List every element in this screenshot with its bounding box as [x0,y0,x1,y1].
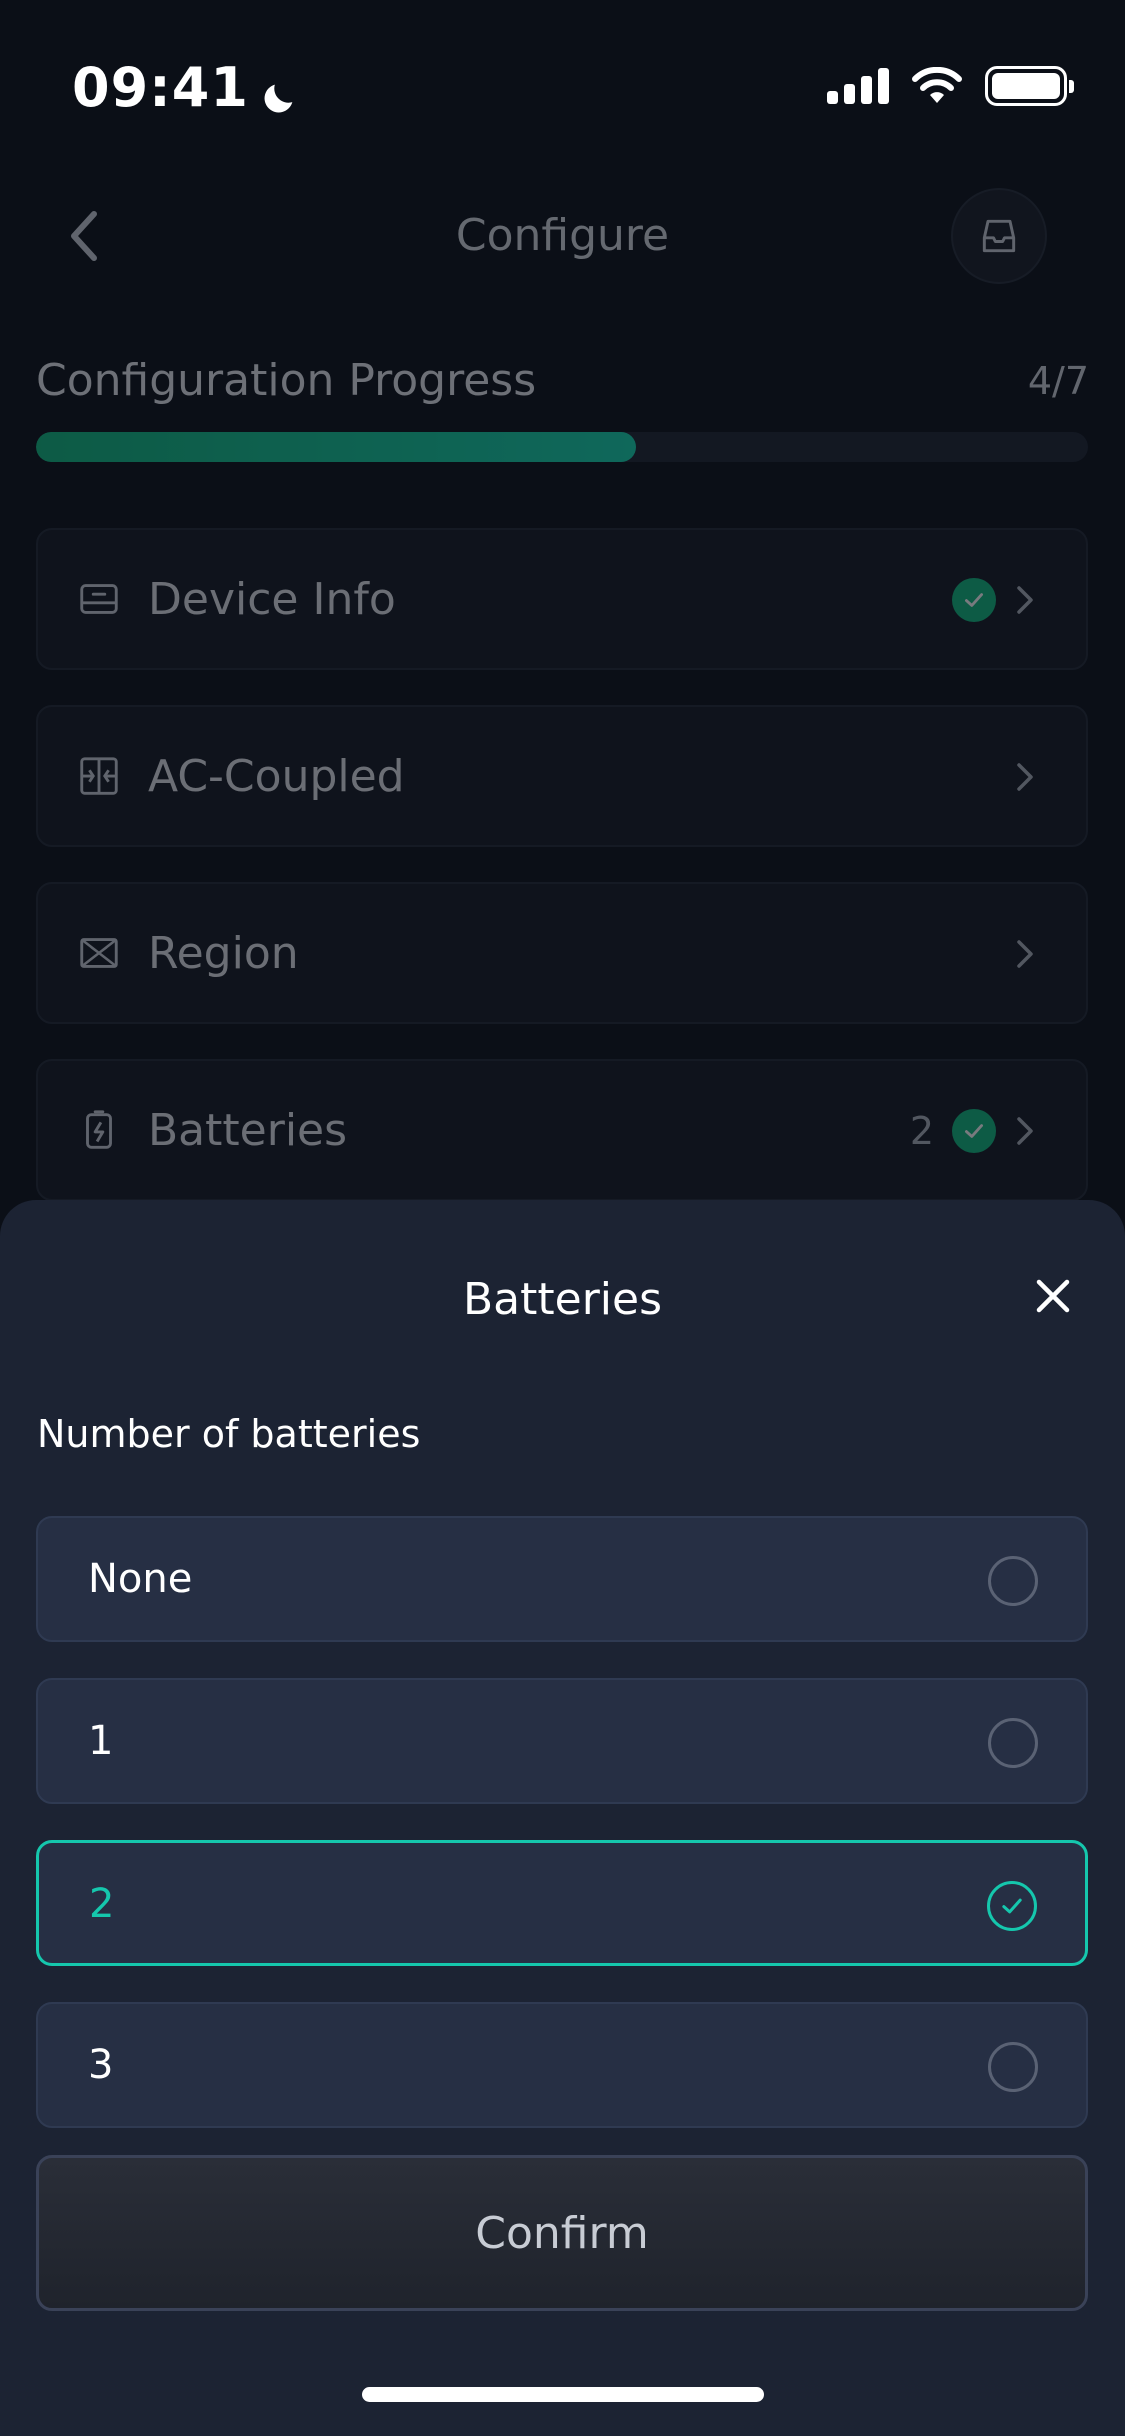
option-label: 2 [89,1881,115,1927]
battery-status-icon [985,66,1074,106]
status-time-group: 09:41 [72,56,299,119]
step-label: Region [148,928,299,979]
confirm-button[interactable]: Confirm [36,2155,1088,2311]
status-bar: 09:41 [0,0,1125,150]
option-2[interactable]: 2 [36,1840,1088,1966]
chevron-right-icon [1014,760,1036,794]
step-batteries[interactable]: Batteries 2 [36,1059,1088,1201]
ac-coupled-icon [76,753,122,799]
screen: 09:41 Configure Configuration Progress 4… [0,0,1125,2436]
region-icon [76,930,122,976]
moon-icon [259,68,299,112]
battery-icon [76,1107,122,1153]
step-label: Device Info [148,574,396,625]
step-device-info[interactable]: Device Info [36,528,1088,670]
radio-unchecked-icon[interactable] [988,1718,1038,1768]
sheet-title: Batteries [462,1274,663,1325]
radio-unchecked-icon[interactable] [988,1556,1038,1606]
option-none[interactable]: None [36,1516,1088,1642]
configure-page: Configure Configuration Progress 4/7 Dev… [0,150,1125,1201]
progress-fill [36,432,636,462]
inbox-icon [982,219,1016,253]
step-label: Batteries [148,1105,348,1156]
check-circle-icon [952,1109,996,1153]
radio-unchecked-icon[interactable] [988,2042,1038,2092]
check-circle-icon [952,578,996,622]
status-time: 09:41 [72,56,249,119]
option-3[interactable]: 3 [36,2002,1088,2128]
chevron-right-icon [1014,583,1036,617]
chevron-right-icon [1014,1114,1036,1148]
progress-title: Configuration Progress [36,355,537,406]
progress-bar [36,432,1088,462]
step-status [1014,751,1036,803]
step-status [934,574,1036,626]
option-label: None [88,1556,193,1602]
inbox-button[interactable] [951,188,1047,284]
nav-bar: Configure [0,150,1125,320]
close-icon [1036,1279,1070,1313]
device-info-icon [76,576,122,622]
cellular-signal-icon [827,68,889,104]
wifi-icon [911,67,963,105]
close-button[interactable] [1031,1274,1075,1318]
step-region[interactable]: Region [36,882,1088,1024]
step-status [1014,928,1036,980]
home-indicator [362,2387,764,2402]
step-status: 2 [910,1105,1036,1157]
batteries-count-label: Number of batteries [37,1412,421,1456]
step-label: AC-Coupled [148,751,405,802]
step-count: 2 [909,1109,934,1153]
chevron-right-icon [1014,937,1036,971]
progress-header: Configuration Progress 4/7 [36,355,1089,415]
option-label: 3 [88,2042,114,2088]
radio-checked-icon[interactable] [987,1881,1037,1931]
status-indicators [827,66,1074,106]
option-1[interactable]: 1 [36,1678,1088,1804]
progress-count: 4/7 [1027,359,1089,403]
step-ac-coupled[interactable]: AC-Coupled [36,705,1088,847]
batteries-sheet: Batteries Number of batteries None 1 2 3… [0,1200,1125,2436]
option-label: 1 [88,1718,114,1764]
